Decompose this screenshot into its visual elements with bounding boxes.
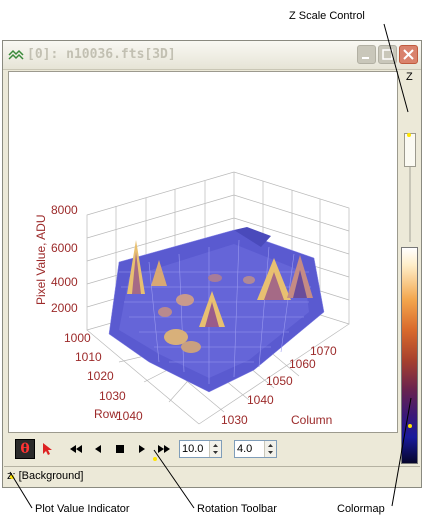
- fast-forward-button[interactable]: [154, 439, 174, 459]
- column-tick-1030: 1030: [221, 413, 248, 427]
- close-button[interactable]: [399, 45, 418, 64]
- colormap-bar[interactable]: [401, 247, 418, 464]
- play-button[interactable]: [132, 439, 152, 459]
- callout-rotation-toolbar: Rotation Toolbar: [197, 503, 277, 515]
- close-icon: [403, 49, 414, 60]
- z-scale-slider-track[interactable]: [409, 167, 411, 242]
- pointer-button[interactable]: [37, 439, 57, 459]
- theta-icon: θ: [20, 441, 30, 457]
- callout-plot-value-indicator: Plot Value Indicator: [35, 503, 130, 515]
- z-scale-slider-thumb[interactable]: [404, 133, 416, 167]
- column-tick-1040: 1040: [247, 393, 274, 407]
- callout-z-scale-control: Z Scale Control: [289, 10, 365, 22]
- spin-up-down-icon: [268, 444, 273, 454]
- row-axis-label: Row: [94, 407, 118, 421]
- rewind-icon: [70, 445, 82, 453]
- maximize-button[interactable]: [378, 45, 397, 64]
- callout-colormap: Colormap: [337, 503, 385, 515]
- window-title: [0]: n10036.fts[3D]: [27, 47, 176, 62]
- column-axis-label: Column: [291, 413, 332, 427]
- pointer-icon: [43, 443, 52, 455]
- rotation-toolbar-indicator-dot: [153, 457, 157, 461]
- step-back-button[interactable]: [88, 439, 108, 459]
- play-icon: [139, 445, 145, 453]
- rotation-toolbar: θ 10.0 4.0: [8, 435, 418, 463]
- z-tick-2000: 2000: [51, 301, 78, 315]
- minimize-button[interactable]: [357, 45, 376, 64]
- plot-area[interactable]: Pixel Value, ADU 8000 6000 4000 2000 100…: [8, 71, 398, 433]
- image-window: [0]: n10036.fts[3D] Pixel Value, ADU 800…: [2, 40, 422, 488]
- row-tick-1030: 1030: [99, 389, 126, 403]
- row-tick-1010: 1010: [75, 350, 102, 364]
- colormap-indicator-dot: [408, 424, 412, 428]
- minimize-icon: [362, 57, 369, 59]
- column-tick-1060: 1060: [289, 357, 316, 371]
- row-tick-1000: 1000: [64, 331, 91, 345]
- stop-icon: [116, 445, 124, 453]
- z-axis-label: Pixel Value, ADU: [34, 215, 48, 306]
- angle-delay-spinner[interactable]: 4.0: [234, 440, 277, 458]
- row-tick-1020: 1020: [87, 369, 114, 383]
- z-scale-label: Z: [406, 71, 413, 83]
- theta-button[interactable]: θ: [15, 439, 35, 459]
- stop-button[interactable]: [110, 439, 130, 459]
- z-scale-indicator-dot: [407, 133, 411, 137]
- rewind-button[interactable]: [66, 439, 86, 459]
- z-tick-6000: 6000: [51, 241, 78, 255]
- column-tick-1050: 1050: [266, 374, 293, 388]
- z-tick-4000: 4000: [51, 275, 78, 289]
- angle-step-arrows[interactable]: [209, 441, 221, 457]
- app-icon: [8, 49, 24, 60]
- angle-step-value: 10.0: [182, 443, 204, 455]
- surface-plot[interactable]: Pixel Value, ADU 8000 6000 4000 2000 100…: [9, 72, 397, 432]
- fast-forward-icon: [158, 445, 170, 453]
- angle-step-spinner[interactable]: 10.0: [179, 440, 222, 458]
- title-bar[interactable]: [0]: n10036.fts[3D]: [3, 41, 421, 70]
- z-scale-panel: Z: [400, 71, 420, 464]
- status-indicator-dot: [10, 475, 14, 479]
- maximize-icon: [382, 49, 393, 60]
- column-tick-1070: 1070: [310, 344, 337, 358]
- z-tick-8000: 8000: [51, 203, 78, 217]
- step-back-icon: [95, 445, 101, 453]
- plot-value-indicator: z: [Background]: [7, 470, 84, 482]
- row-tick-1040: 1040: [116, 409, 143, 423]
- angle-delay-value: 4.0: [237, 443, 253, 455]
- spin-up-down-icon: [213, 444, 218, 454]
- angle-delay-arrows[interactable]: [264, 441, 276, 457]
- status-bar: z: [Background]: [4, 466, 420, 487]
